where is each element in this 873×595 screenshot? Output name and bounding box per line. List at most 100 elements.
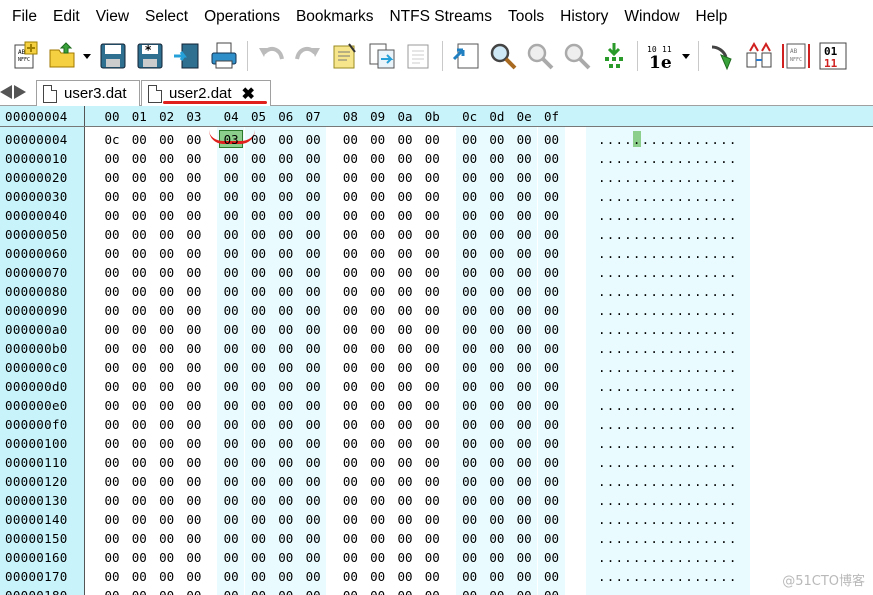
hex-byte[interactable]: 00: [100, 227, 124, 242]
hex-byte[interactable]: 00: [155, 550, 179, 565]
ascii-text[interactable]: ................: [598, 360, 738, 375]
hex-byte[interactable]: 00: [127, 569, 151, 584]
hex-byte[interactable]: 00: [182, 151, 206, 166]
hex-byte[interactable]: 00: [182, 436, 206, 451]
menu-view[interactable]: View: [88, 0, 137, 34]
hex-byte[interactable]: 00: [366, 474, 390, 489]
print-icon[interactable]: [207, 39, 241, 73]
hex-byte[interactable]: 00: [247, 569, 271, 584]
hex-byte[interactable]: 00: [338, 398, 362, 413]
hex-byte[interactable]: 00: [219, 341, 243, 356]
hex-byte[interactable]: 00: [219, 569, 243, 584]
hex-byte[interactable]: 00: [127, 303, 151, 318]
hex-byte[interactable]: 00: [393, 322, 417, 337]
hex-byte[interactable]: 00: [458, 436, 482, 451]
hex-byte[interactable]: 00: [274, 322, 298, 337]
hex-byte[interactable]: 00: [274, 208, 298, 223]
hex-byte[interactable]: 00: [155, 227, 179, 242]
hex-byte[interactable]: 00: [458, 417, 482, 432]
hex-byte[interactable]: 00: [274, 512, 298, 527]
hex-byte[interactable]: 00: [512, 512, 536, 527]
hex-byte[interactable]: 00: [338, 303, 362, 318]
hex-byte[interactable]: 00: [127, 512, 151, 527]
hex-byte[interactable]: 00: [485, 455, 509, 470]
hex-byte[interactable]: 00: [393, 341, 417, 356]
hex-byte[interactable]: 00: [512, 227, 536, 242]
hex-byte[interactable]: 00: [458, 189, 482, 204]
hex-byte[interactable]: 00: [458, 227, 482, 242]
hex-byte[interactable]: 00: [182, 550, 206, 565]
hex-byte[interactable]: 00: [338, 208, 362, 223]
hex-byte[interactable]: 00: [219, 550, 243, 565]
hex-byte[interactable]: 00: [301, 379, 325, 394]
hex-byte[interactable]: 00: [100, 569, 124, 584]
hex-byte[interactable]: 00: [485, 493, 509, 508]
hex-byte[interactable]: 00: [247, 588, 271, 595]
hex-byte[interactable]: 00: [458, 474, 482, 489]
hex-byte[interactable]: 00: [540, 227, 564, 242]
hex-byte[interactable]: 00: [155, 436, 179, 451]
hex-byte[interactable]: 00: [458, 455, 482, 470]
hex-byte[interactable]: 00: [100, 303, 124, 318]
find-icon[interactable]: [486, 39, 520, 73]
hex-byte[interactable]: 00: [512, 322, 536, 337]
hex-byte[interactable]: 00: [247, 512, 271, 527]
hex-byte[interactable]: 00: [100, 512, 124, 527]
hex-byte[interactable]: 00: [512, 417, 536, 432]
replace-icon[interactable]: [597, 39, 631, 73]
hex-byte[interactable]: 00: [219, 303, 243, 318]
ascii-text[interactable]: ................: [598, 208, 738, 223]
hex-byte[interactable]: 00: [338, 531, 362, 546]
hex-byte[interactable]: 00: [301, 265, 325, 280]
hex-byte[interactable]: 00: [458, 170, 482, 185]
hex-byte[interactable]: 00: [458, 550, 482, 565]
hex-byte[interactable]: 00: [512, 246, 536, 261]
hex-byte[interactable]: 00: [100, 398, 124, 413]
hex-byte[interactable]: 00: [420, 379, 444, 394]
hex-byte[interactable]: 00: [338, 341, 362, 356]
hex-byte[interactable]: 00: [219, 151, 243, 166]
hex-byte[interactable]: 00: [458, 246, 482, 261]
hex-byte[interactable]: 00: [274, 132, 298, 147]
ascii-text[interactable]: ................: [598, 455, 738, 470]
hex-byte[interactable]: 00: [155, 246, 179, 261]
hex-byte[interactable]: 00: [274, 379, 298, 394]
hex-byte[interactable]: 00: [540, 322, 564, 337]
hex-byte[interactable]: 00: [393, 132, 417, 147]
ascii-text[interactable]: ................: [598, 531, 738, 546]
hex-byte[interactable]: 00: [155, 265, 179, 280]
hex-byte[interactable]: 00: [182, 531, 206, 546]
insert-icon[interactable]: [705, 39, 739, 73]
hex-byte[interactable]: 00: [100, 189, 124, 204]
hex-byte[interactable]: 00: [219, 246, 243, 261]
hex-byte[interactable]: 00: [458, 284, 482, 299]
hex-editor[interactable]: 00000004 00 01 02 03 04 05 06 07 08 09 0a 0b 0c 0d 0e 0…: [0, 106, 873, 595]
hex-byte[interactable]: 00: [393, 303, 417, 318]
hex-byte[interactable]: 00: [420, 341, 444, 356]
hex-byte[interactable]: 00: [155, 569, 179, 584]
hex-byte[interactable]: 00: [301, 550, 325, 565]
hex-byte[interactable]: 00: [274, 170, 298, 185]
hex-byte[interactable]: 00: [127, 341, 151, 356]
hex-byte[interactable]: 00: [512, 284, 536, 299]
hex-byte[interactable]: 00: [366, 151, 390, 166]
hex-byte[interactable]: 00: [301, 227, 325, 242]
hex-byte[interactable]: 00: [485, 303, 509, 318]
hex-byte[interactable]: 00: [219, 265, 243, 280]
hex-byte[interactable]: 00: [247, 379, 271, 394]
hex-byte[interactable]: 00: [540, 265, 564, 280]
hex-byte[interactable]: 00: [540, 208, 564, 223]
hex-byte[interactable]: 00: [458, 322, 482, 337]
menu-ntfs-streams[interactable]: NTFS Streams: [381, 0, 499, 34]
hex-byte[interactable]: 00: [247, 284, 271, 299]
hex-byte[interactable]: 00: [393, 265, 417, 280]
hex-byte[interactable]: 00: [155, 170, 179, 185]
ascii-text[interactable]: ................: [598, 493, 738, 508]
text-encoding-icon[interactable]: AB NFFC: [779, 39, 813, 73]
hex-byte[interactable]: 00: [420, 322, 444, 337]
ascii-text[interactable]: ................: [598, 322, 738, 337]
undo-icon[interactable]: [254, 39, 288, 73]
ascii-text[interactable]: ................: [598, 189, 738, 204]
hex-byte[interactable]: 00: [127, 151, 151, 166]
hex-byte[interactable]: 00: [485, 170, 509, 185]
